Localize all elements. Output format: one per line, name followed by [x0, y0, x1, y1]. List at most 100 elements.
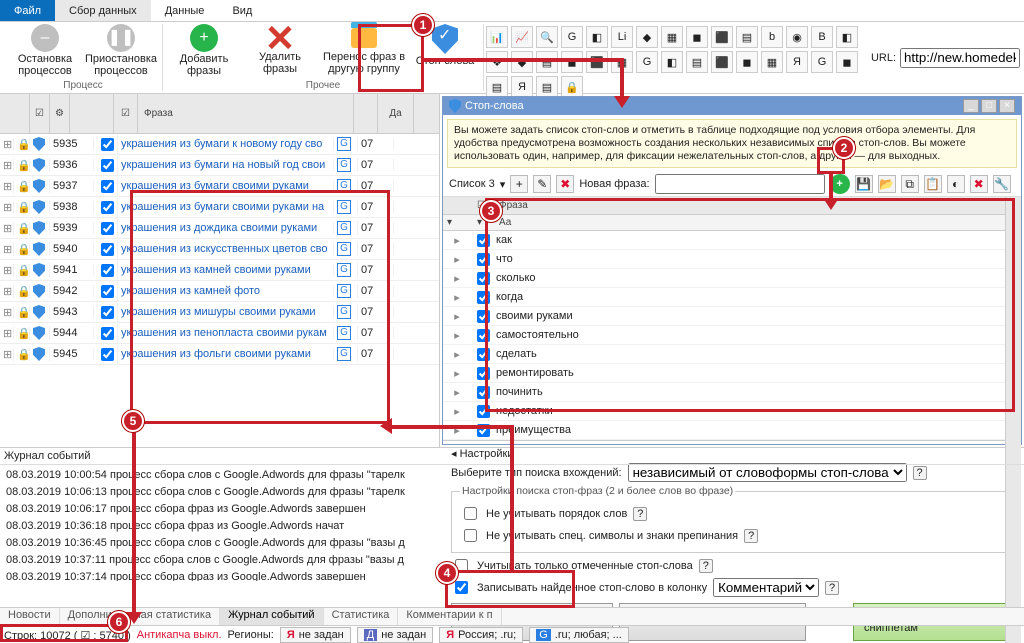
toolbar-mini-icon[interactable]: ⬛: [586, 51, 608, 73]
row-checkbox[interactable]: [101, 306, 114, 319]
table-row[interactable]: ⊞🔒5940украшения из искусственных цветов …: [0, 239, 439, 260]
move-phrases-button[interactable]: Перенос фраз в другую группу: [321, 24, 407, 75]
list-item[interactable]: ▸преимущества: [443, 421, 1021, 440]
toolbar-mini-icon[interactable]: ◼: [836, 51, 858, 73]
add-phrases-button[interactable]: +Добавить фразы: [169, 24, 239, 77]
toolbar-mini-icon[interactable]: ◆: [636, 26, 658, 48]
add-list-button[interactable]: +: [510, 175, 528, 193]
paste-icon[interactable]: 📋: [924, 175, 942, 193]
row-checkbox[interactable]: [101, 348, 114, 361]
list-item[interactable]: ▸сделать: [443, 345, 1021, 364]
toolbar-mini-icon[interactable]: ▤: [736, 26, 758, 48]
wrench-icon[interactable]: 🔧: [993, 175, 1011, 193]
toolbar-mini-icon[interactable]: ◆: [511, 51, 533, 73]
pause-button[interactable]: ❚❚Приостановка процессов: [86, 24, 156, 77]
row-checkbox[interactable]: [101, 264, 114, 277]
toolbar-mini-icon[interactable]: Li: [611, 26, 633, 48]
row-checkbox[interactable]: [101, 222, 114, 235]
save-icon[interactable]: 💾: [855, 175, 873, 193]
region-direct[interactable]: не задан: [381, 629, 426, 641]
copy-icon[interactable]: ⧉: [901, 175, 919, 193]
help-icon[interactable]: ?: [825, 581, 839, 595]
stopwords-titlebar[interactable]: Стоп-слова _ □ ×: [443, 97, 1021, 115]
url-input[interactable]: [900, 48, 1020, 68]
minimize-button[interactable]: _: [963, 99, 979, 113]
status-anticaptcha[interactable]: Антикапча выкл.: [137, 629, 222, 641]
toolbar-mini-icon[interactable]: G: [561, 26, 583, 48]
region-yandex2[interactable]: Россия; .ru;: [458, 629, 516, 641]
toolbar-mini-icon[interactable]: ◧: [661, 51, 683, 73]
sw-checkbox[interactable]: [477, 367, 490, 380]
toolbar-mini-icon[interactable]: G: [811, 51, 833, 73]
contrast-icon[interactable]: ◐: [947, 175, 965, 193]
close-button[interactable]: ×: [999, 99, 1015, 113]
row-checkbox[interactable]: [101, 201, 114, 214]
tab-collect[interactable]: Сбор данных: [55, 0, 151, 21]
btab-event-log[interactable]: Журнал событий: [220, 608, 323, 625]
toolbar-mini-icon[interactable]: G: [636, 51, 658, 73]
toolbar-mini-icon[interactable]: b: [761, 26, 783, 48]
col-date[interactable]: Да: [378, 94, 414, 133]
clear-icon[interactable]: ✖: [970, 175, 988, 193]
table-row[interactable]: ⊞🔒5937украшения из бумаги своими рукамиG…: [0, 176, 439, 197]
table-row[interactable]: ⊞🔒5943украшения из мишуры своими рукамиG…: [0, 302, 439, 323]
toolbar-mini-icon[interactable]: ◼: [686, 26, 708, 48]
row-checkbox[interactable]: [101, 180, 114, 193]
btab-news[interactable]: Новости: [0, 608, 60, 625]
delete-list-button[interactable]: ✖: [556, 175, 574, 193]
col-phrase[interactable]: Фраза: [138, 94, 354, 133]
sw-checkbox[interactable]: [477, 272, 490, 285]
region-google[interactable]: .ru; любая; ...: [555, 629, 622, 641]
tab-data[interactable]: Данные: [151, 0, 219, 21]
sw-checkbox[interactable]: [477, 405, 490, 418]
toolbar-mini-icon[interactable]: В: [811, 26, 833, 48]
sw-checkbox[interactable]: [477, 253, 490, 266]
list-item[interactable]: ▸починить: [443, 383, 1021, 402]
table-row[interactable]: ⊞🔒5944украшения из пенопласта своими рук…: [0, 323, 439, 344]
btab-stats[interactable]: Статистика: [324, 608, 399, 625]
sw-checkbox[interactable]: [477, 310, 490, 323]
table-row[interactable]: ⊞🔒5939украшения из дождика своими руками…: [0, 218, 439, 239]
toolbar-mini-icon[interactable]: ▤: [686, 51, 708, 73]
toolbar-mini-icon[interactable]: ⬛: [711, 51, 733, 73]
toolbar-mini-icon[interactable]: ▤: [536, 51, 558, 73]
list-item[interactable]: ▸недостатки: [443, 402, 1021, 421]
toolbar-mini-icon[interactable]: ▦: [761, 51, 783, 73]
row-checkbox[interactable]: [101, 243, 114, 256]
table-row[interactable]: ⊞🔒5936украшения из бумаги на новый год с…: [0, 155, 439, 176]
list-item[interactable]: ▸самостоятельно: [443, 326, 1021, 345]
list-item[interactable]: ▸своими руками: [443, 307, 1021, 326]
toolbar-mini-icon[interactable]: 🔍: [536, 26, 558, 48]
list-item[interactable]: ▸как: [443, 231, 1021, 250]
maximize-button[interactable]: □: [981, 99, 997, 113]
sw-checkbox[interactable]: [477, 348, 490, 361]
write-col-select[interactable]: Комментарий: [713, 578, 819, 597]
row-checkbox[interactable]: [101, 327, 114, 340]
tab-view[interactable]: Вид: [218, 0, 266, 21]
list-item[interactable]: ▸когда: [443, 288, 1021, 307]
newphrase-input[interactable]: [655, 174, 825, 194]
stop-button[interactable]: –Остановка процессов: [10, 24, 80, 77]
toolbar-mini-icon[interactable]: ❖: [486, 51, 508, 73]
open-icon[interactable]: 📂: [878, 175, 896, 193]
toolbar-mini-icon[interactable]: ◼: [736, 51, 758, 73]
btab-comments[interactable]: Комментарии к п: [398, 608, 501, 625]
row-checkbox[interactable]: [101, 159, 114, 172]
sw-checkbox[interactable]: [477, 329, 490, 342]
list-item[interactable]: ▸сколько: [443, 269, 1021, 288]
sw-checkbox[interactable]: [477, 291, 490, 304]
row-checkbox[interactable]: [101, 138, 114, 151]
region-yandex[interactable]: не задан: [299, 629, 344, 641]
sw-col-phrase[interactable]: Фраза: [495, 200, 1021, 211]
toolbar-mini-icon[interactable]: ◧: [836, 26, 858, 48]
toolbar-mini-icon[interactable]: ▦: [661, 26, 683, 48]
chk-write-col[interactable]: [455, 581, 468, 594]
toolbar-mini-icon[interactable]: ◉: [786, 26, 808, 48]
toolbar-mini-icon[interactable]: 📈: [511, 26, 533, 48]
chevron-down-icon[interactable]: ▾: [500, 178, 506, 191]
toolbar-mini-icon[interactable]: ◼: [561, 51, 583, 73]
toolbar-mini-icon[interactable]: Я: [786, 51, 808, 73]
list-item[interactable]: ▸ремонтировать: [443, 364, 1021, 383]
toolbar-mini-icon[interactable]: ⬛: [711, 26, 733, 48]
toolbar-mini-icon[interactable]: ◧: [586, 26, 608, 48]
